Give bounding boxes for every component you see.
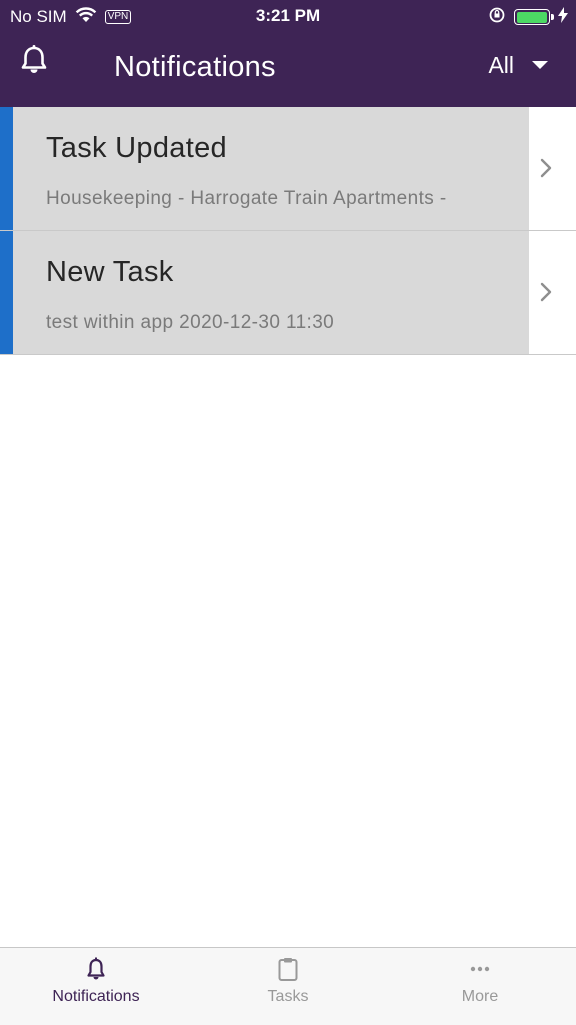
notification-body: test within app 2020-12-30 11:30	[46, 312, 335, 333]
notification-title: New Task	[46, 256, 174, 288]
page-title: Notifications	[114, 51, 276, 83]
bell-icon[interactable]	[18, 44, 50, 78]
notification-body: Housekeeping - Harrogate Train Apartment…	[46, 188, 447, 209]
filter-dropdown[interactable]: All	[488, 50, 548, 80]
status-right	[488, 6, 568, 28]
tab-label: Tasks	[267, 988, 309, 1005]
notification-card: New Task test within app 2020-12-30 11:3…	[0, 231, 529, 354]
charging-icon	[558, 6, 568, 28]
notification-item[interactable]: New Task test within app 2020-12-30 11:3…	[0, 231, 576, 355]
battery-icon	[514, 9, 554, 25]
tab-more[interactable]: More	[384, 948, 576, 1025]
more-icon	[470, 966, 490, 972]
tab-notifications[interactable]: Notifications	[0, 948, 192, 1025]
tab-tasks[interactable]: Tasks	[192, 948, 384, 1025]
unread-accent-bar	[0, 231, 13, 354]
caret-down-icon	[532, 61, 548, 69]
tab-label: More	[461, 988, 499, 1005]
tab-bar: Notifications Tasks More	[0, 947, 576, 1025]
tab-label: Notifications	[52, 988, 140, 1005]
notification-title: Task Updated	[46, 132, 227, 164]
app-header: No SIM VPN 3:21 PM Notifications All	[0, 0, 576, 107]
orientation-lock-icon	[488, 6, 506, 29]
status-bar: No SIM VPN 3:21 PM	[0, 0, 576, 34]
clipboard-icon	[278, 958, 298, 981]
unread-accent-bar	[0, 107, 13, 230]
chevron-right-icon	[540, 282, 552, 302]
notification-card: Task Updated Housekeeping - Harrogate Tr…	[0, 107, 529, 230]
notification-item[interactable]: Task Updated Housekeeping - Harrogate Tr…	[0, 107, 576, 231]
chevron-right-icon	[540, 158, 552, 178]
bell-icon	[87, 957, 105, 980]
filter-label: All	[488, 51, 514, 78]
notification-list: Task Updated Housekeeping - Harrogate Tr…	[0, 107, 576, 355]
